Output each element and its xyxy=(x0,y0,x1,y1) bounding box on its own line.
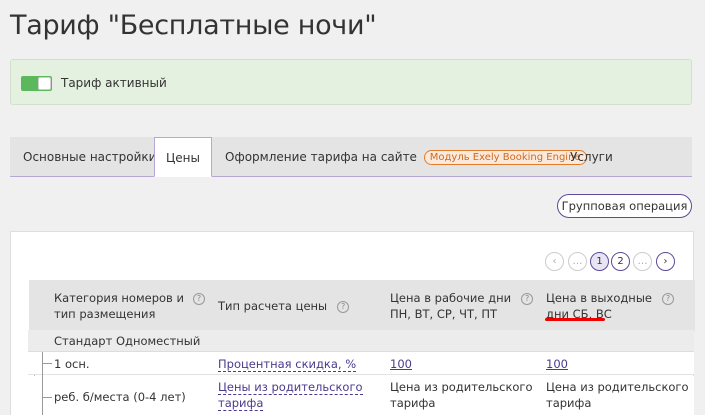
group-operation-button[interactable]: Групповая операция xyxy=(557,194,692,218)
page-title: Тариф "Бесплатные ночи" xyxy=(10,10,377,41)
header-price-type: Тип расчета цены? xyxy=(218,298,350,314)
help-icon[interactable]: ? xyxy=(521,292,534,305)
weekend-price-link[interactable]: 100 xyxy=(546,357,568,371)
price-type-link[interactable]: Процентная скидка, % xyxy=(218,357,357,372)
tariff-status-panel: Тариф активный xyxy=(10,59,692,105)
pagination-ellipsis: … xyxy=(568,252,587,271)
header-weekdays: Цена в рабочие дни? ПН, ВТ, СР, ЧТ, ПТ xyxy=(390,290,534,322)
header-category: Категория номеров и? тип размещения xyxy=(54,290,205,322)
row-placement: реб. б/места (0-4 лет) xyxy=(54,390,186,404)
tree-line xyxy=(42,352,43,415)
tabs-bar: Основные настройки Цены Оформление тариф… xyxy=(10,137,692,177)
tab-prices[interactable]: Цены xyxy=(154,137,212,177)
active-label: Тариф активный xyxy=(61,76,167,90)
help-icon[interactable]: ? xyxy=(661,292,674,305)
page-1-button[interactable]: 1 xyxy=(590,252,609,271)
row-weekend-price: Цена из родительского тарифа xyxy=(546,380,689,410)
help-icon[interactable]: ? xyxy=(192,292,205,305)
row-price-type: Процентная скидка, % xyxy=(218,356,357,372)
highlight-underline xyxy=(545,318,605,321)
table-row: 1 осн. Процентная скидка, % 100 100 xyxy=(28,352,694,375)
page-2-button[interactable]: 2 xyxy=(611,252,630,271)
tree-branch xyxy=(42,397,52,398)
prev-page-button[interactable]: ‹ xyxy=(545,252,564,271)
table-header: Категория номеров и? тип размещения Тип … xyxy=(29,280,695,332)
next-page-button[interactable]: › xyxy=(656,252,675,271)
price-type-link[interactable]: тарифа xyxy=(218,396,264,411)
tab-site-design-label: Оформление тарифа на сайте xyxy=(225,150,417,164)
row-price-type: Цены из родительского тарифа xyxy=(218,379,363,411)
row-placement: 1 осн. xyxy=(54,357,90,371)
booking-engine-badge: Модуль Exely Booking Engine xyxy=(423,150,587,165)
weekday-price-link[interactable]: 100 xyxy=(390,357,412,371)
tree-branch xyxy=(42,363,52,364)
tab-site-design[interactable]: Оформление тарифа на сайте Модуль Exely … xyxy=(225,137,587,177)
row-weekday-price: Цена из родительского тарифа xyxy=(390,380,533,410)
row-weekday-price: 100 xyxy=(390,356,412,372)
help-icon[interactable]: ? xyxy=(337,300,350,313)
pagination-ellipsis-2: … xyxy=(633,252,652,271)
tab-main-settings[interactable]: Основные настройки xyxy=(23,137,156,177)
toggle-knob xyxy=(38,77,51,90)
active-toggle[interactable] xyxy=(21,76,52,91)
group-row: Стандарт Одноместный xyxy=(28,330,694,352)
price-type-link[interactable]: Цены из родительского xyxy=(218,380,363,395)
row-weekend-price: 100 xyxy=(546,356,568,372)
table-row: реб. б/места (0-4 лет) Цены из родительс… xyxy=(28,376,694,415)
tab-services[interactable]: Услуги xyxy=(570,137,613,177)
